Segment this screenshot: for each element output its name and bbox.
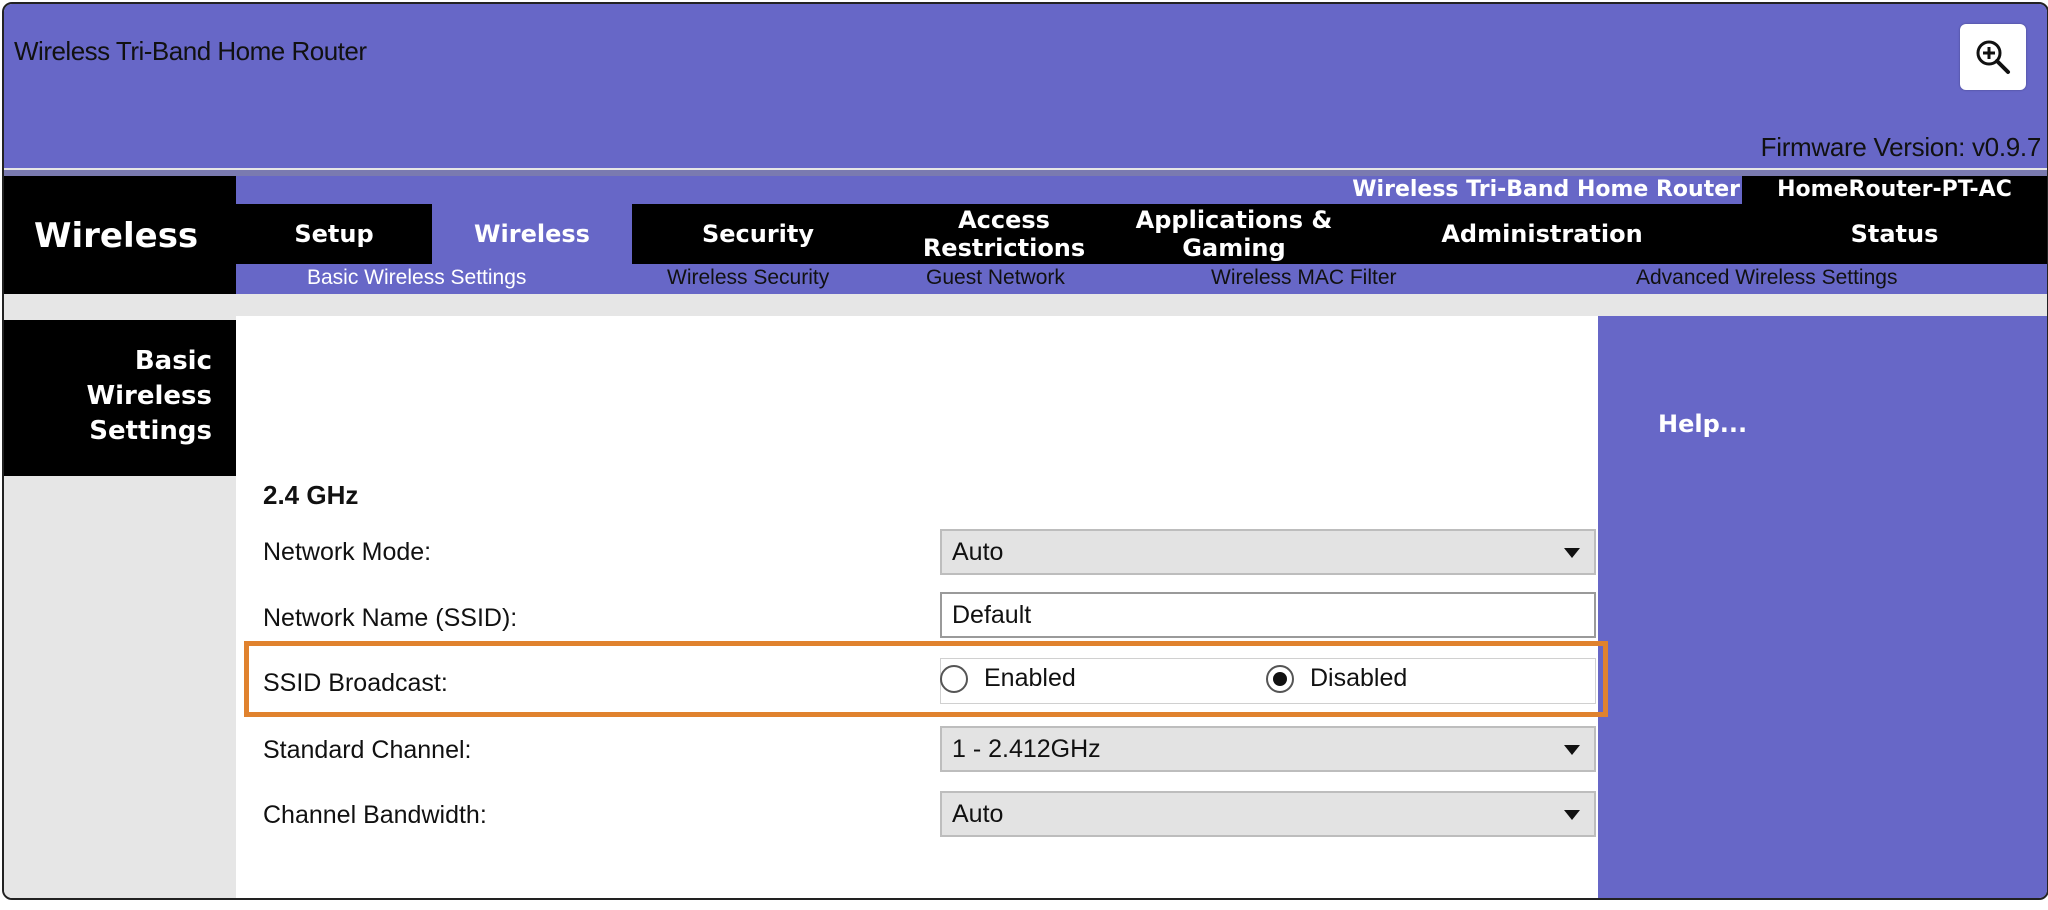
help-link[interactable]: Help...: [1658, 410, 1747, 438]
subtab-wireless-security[interactable]: Wireless Security: [667, 266, 829, 290]
channel-bandwidth-value: Auto: [952, 799, 1004, 828]
channel-bandwidth-label: Channel Bandwidth:: [263, 801, 487, 829]
standard-channel-value: 1 - 2.412GHz: [952, 734, 1101, 763]
dropdown-arrow-icon: [1564, 745, 1580, 755]
zoom-in-icon: [1976, 40, 2010, 74]
ssid-broadcast-highlight: [244, 641, 1608, 717]
ssid-input[interactable]: Default: [940, 592, 1596, 638]
tab-wireless[interactable]: Wireless: [432, 204, 632, 264]
router-admin-window: Wireless Tri-Band Home Router Firmware V…: [2, 2, 2048, 900]
firmware-version: Firmware Version: v0.9.7: [1760, 132, 2042, 162]
sidebar-title: Basic Wireless Settings: [4, 320, 236, 476]
tab-setup[interactable]: Setup: [236, 204, 432, 264]
tab-security[interactable]: Security: [632, 204, 884, 264]
subtab-guest-network[interactable]: Guest Network: [926, 266, 1065, 290]
model-name: HomeRouter-PT-AC: [1742, 176, 2047, 204]
tab-administration[interactable]: Administration: [1344, 204, 1740, 264]
standard-channel-label: Standard Channel:: [263, 736, 472, 764]
ssid-value: Default: [952, 600, 1032, 629]
tab-status[interactable]: Status: [1742, 204, 2047, 264]
network-mode-value: Auto: [952, 537, 1004, 566]
subtab-wireless-mac-filter[interactable]: Wireless MAC Filter: [1211, 266, 1397, 290]
subtab-basic-wireless-settings[interactable]: Basic Wireless Settings: [307, 266, 526, 290]
spacer: [4, 294, 2047, 316]
tab-access-restrictions[interactable]: Access Restrictions: [884, 204, 1124, 264]
zoom-button[interactable]: [1960, 24, 2026, 90]
band-heading: 2.4 GHz: [263, 480, 359, 510]
top-banner: Wireless Tri-Band Home Router Firmware V…: [4, 4, 2047, 168]
channel-bandwidth-select[interactable]: Auto: [940, 791, 1596, 837]
subtab-advanced-wireless-settings[interactable]: Advanced Wireless Settings: [1636, 266, 1897, 290]
network-mode-select[interactable]: Auto: [940, 529, 1596, 575]
standard-channel-select[interactable]: 1 - 2.412GHz: [940, 726, 1596, 772]
section-title: Wireless: [34, 216, 199, 256]
help-column: [1598, 316, 2047, 898]
network-mode-label: Network Mode:: [263, 538, 432, 566]
product-name: Wireless Tri-Band Home Router: [1352, 177, 1740, 202]
app-title: Wireless Tri-Band Home Router: [14, 36, 367, 66]
dropdown-arrow-icon: [1564, 810, 1580, 820]
dropdown-arrow-icon: [1564, 548, 1580, 558]
tab-applications-gaming[interactable]: Applications & Gaming: [1124, 204, 1344, 264]
ssid-label: Network Name (SSID):: [263, 604, 518, 632]
